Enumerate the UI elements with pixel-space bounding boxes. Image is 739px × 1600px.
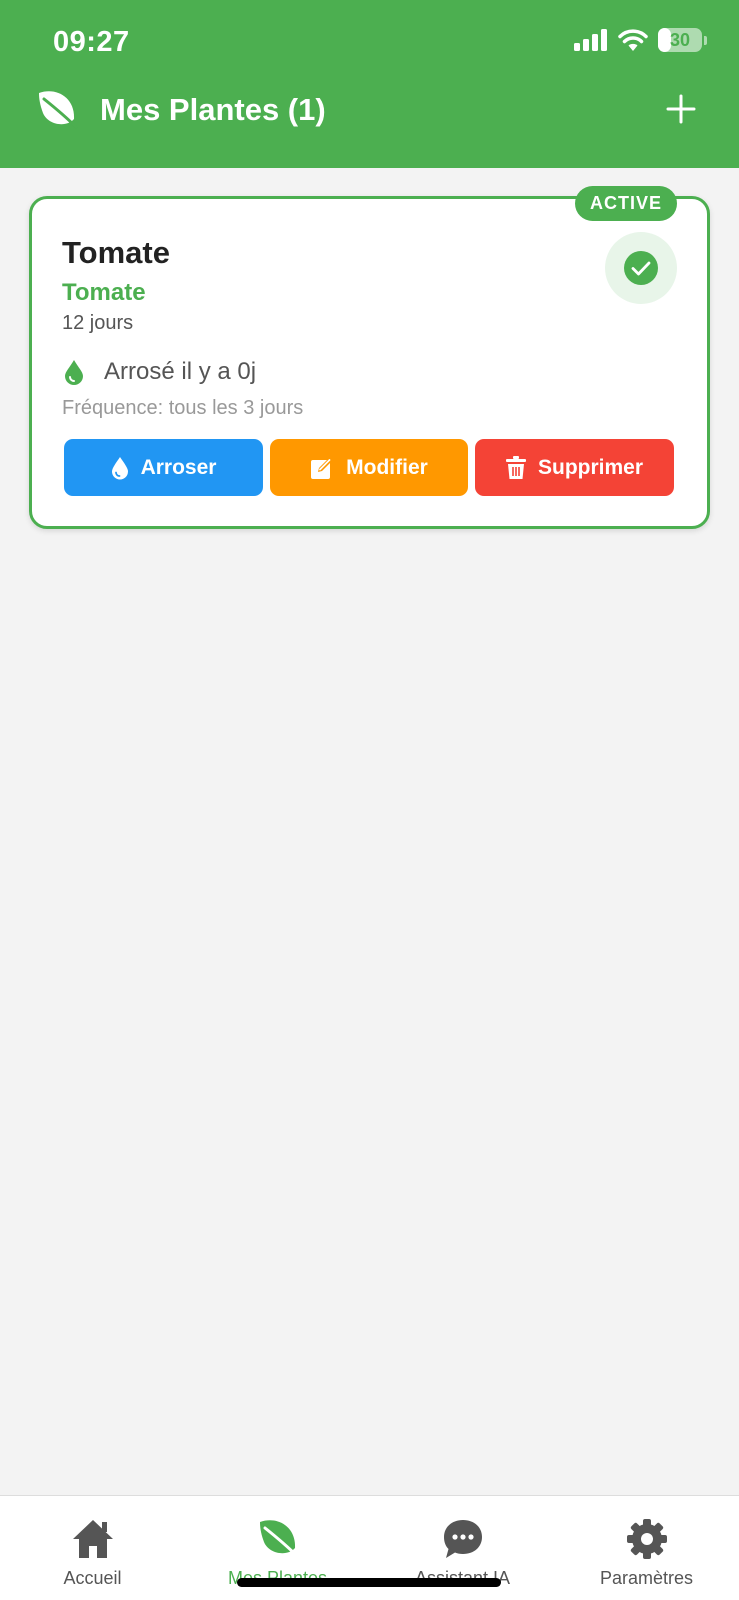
chat-icon bbox=[443, 1520, 482, 1558]
plant-age: 12 jours bbox=[62, 312, 134, 334]
edit-button-label: Modifier bbox=[346, 455, 428, 479]
water-button[interactable]: Arroser bbox=[64, 439, 263, 496]
delete-button-label: Supprimer bbox=[537, 455, 644, 479]
delete-button[interactable]: Supprimer bbox=[475, 439, 674, 496]
leaf-icon bbox=[39, 91, 78, 129]
water-drop-icon bbox=[65, 360, 83, 385]
wifi-icon bbox=[618, 29, 648, 51]
leaf-icon bbox=[259, 1520, 298, 1558]
page-title: Mes Plantes (1) bbox=[100, 92, 326, 127]
nav-item-accueil[interactable]: Accueil bbox=[0, 1496, 185, 1600]
status-icons: 30 bbox=[574, 28, 707, 52]
nav-label-parametres: Paramètres bbox=[599, 1568, 694, 1588]
last-watered-text: Arrosé il y a 0j bbox=[104, 358, 257, 385]
edit-button[interactable]: Modifier bbox=[270, 439, 468, 496]
nav-label-accueil: Accueil bbox=[63, 1568, 122, 1588]
add-plant-button[interactable] bbox=[665, 93, 697, 125]
watering-frequency: Fréquence: tous les 3 jours bbox=[62, 397, 304, 419]
battery-indicator: 30 bbox=[658, 28, 702, 52]
edit-icon bbox=[311, 457, 333, 479]
water-button-label: Arroser bbox=[140, 455, 217, 479]
battery-nub bbox=[704, 35, 707, 45]
app-header: 09:27 30 Mes Plantes (1) bbox=[0, 0, 739, 168]
plant-name: Tomate bbox=[62, 235, 170, 270]
signal-icon bbox=[574, 29, 607, 51]
nav-item-parametres[interactable]: Paramètres bbox=[554, 1496, 739, 1600]
status-badge: ACTIVE bbox=[574, 186, 677, 221]
water-drop-icon bbox=[111, 456, 128, 479]
battery-text: 30 bbox=[669, 29, 691, 50]
gear-icon bbox=[626, 1519, 667, 1559]
check-circle-icon bbox=[624, 251, 658, 285]
status-time: 09:27 bbox=[53, 26, 130, 58]
trash-icon bbox=[505, 455, 526, 479]
plant-card[interactable]: ACTIVE Tomate Tomate 12 jours Arrosé il … bbox=[29, 186, 710, 529]
active-status-indicator bbox=[605, 232, 677, 304]
watering-status: Arrosé il y a 0j bbox=[64, 358, 256, 386]
home-icon bbox=[72, 1520, 113, 1558]
plant-variety: Tomate bbox=[62, 279, 146, 306]
home-indicator bbox=[237, 1578, 501, 1587]
